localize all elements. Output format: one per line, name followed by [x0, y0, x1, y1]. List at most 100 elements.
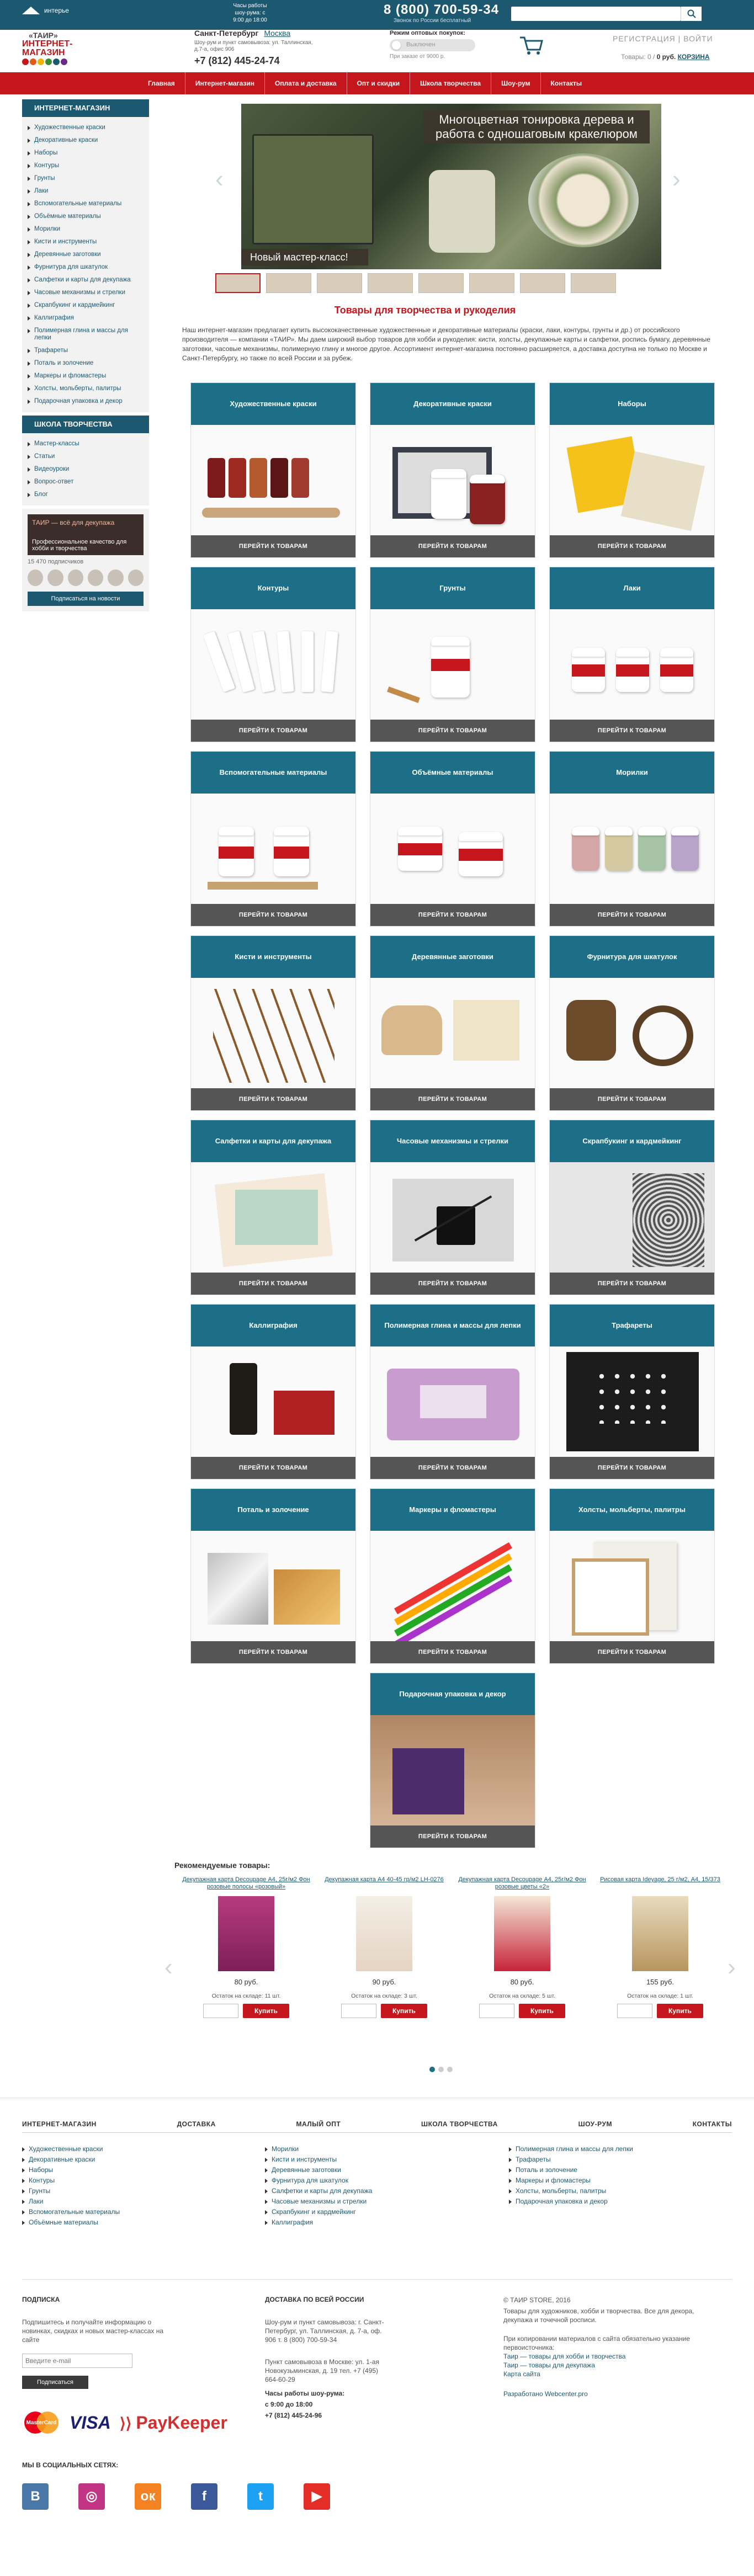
category-go-button[interactable]: ПЕРЕЙТИ К ТОВАРАМ: [550, 1457, 714, 1479]
category-go-button[interactable]: ПЕРЕЙТИ К ТОВАРАМ: [370, 1088, 535, 1110]
slider-thumb[interactable]: [520, 273, 565, 293]
category-image[interactable]: [370, 794, 535, 904]
category-title[interactable]: Скрапбукинг и кардмейкинг: [550, 1120, 714, 1162]
sidebar-school-item[interactable]: Блог: [28, 488, 144, 501]
category-image[interactable]: [191, 1346, 355, 1457]
category-card[interactable]: Контуры ПЕРЕЙТИ К ТОВАРАМ: [190, 567, 356, 742]
product-image[interactable]: [218, 1896, 274, 1971]
category-title[interactable]: Художественные краски: [191, 383, 355, 425]
slider-thumb[interactable]: [317, 273, 362, 293]
category-title[interactable]: Подарочная упаковка и декор: [370, 1673, 535, 1715]
category-image[interactable]: [370, 425, 535, 535]
category-card[interactable]: Художественные краски ПЕРЕЙТИ К ТОВАРАМ: [190, 382, 356, 558]
category-image[interactable]: [191, 609, 355, 720]
category-title[interactable]: Вспомогательные материалы: [191, 752, 355, 794]
quantity-stepper[interactable]: [341, 2004, 376, 2018]
quantity-stepper[interactable]: [479, 2004, 514, 2018]
footer-category-link[interactable]: Часовые механизмы и стрелки: [265, 2196, 372, 2207]
footer-category-link[interactable]: Трафареты: [509, 2154, 633, 2165]
sidebar-item[interactable]: Поталь и золочение: [28, 357, 144, 370]
category-go-button[interactable]: ПЕРЕЙТИ К ТОВАРАМ: [191, 1088, 355, 1110]
category-image[interactable]: [550, 1531, 714, 1641]
sidebar-item[interactable]: Полимерная глина и массы для лепки: [28, 324, 144, 344]
category-card[interactable]: Часовые механизмы и стрелки ПЕРЕЙТИ К ТОВ…: [370, 1120, 535, 1295]
category-image[interactable]: [370, 609, 535, 720]
footer-category-link[interactable]: Художественные краски: [22, 2144, 120, 2154]
sidebar-item[interactable]: Грунты: [28, 172, 144, 185]
category-card[interactable]: Подарочная упаковка и декор ПЕРЕЙТИ К ТОВ…: [370, 1673, 535, 1848]
search-input[interactable]: [511, 7, 681, 21]
category-image[interactable]: [550, 609, 714, 720]
category-go-button[interactable]: ПЕРЕЙТИ К ТОВАРАМ: [370, 904, 535, 926]
category-image[interactable]: [191, 794, 355, 904]
footer-category-link[interactable]: Салфетки и карты для декупажа: [265, 2186, 372, 2196]
footer-category-link[interactable]: Вспомогательные материалы: [22, 2207, 120, 2217]
footer-category-link[interactable]: Подарочная упаковка и декор: [509, 2196, 633, 2207]
sidebar-item[interactable]: Салфетки и карты для декупажа: [28, 274, 144, 286]
products-prev-icon[interactable]: ‹: [164, 1954, 173, 1981]
footer-nav-showroom[interactable]: ШОУ-РУМ: [578, 2120, 612, 2128]
sidebar-item[interactable]: Кисти и инструменты: [28, 236, 144, 248]
auth-links[interactable]: РЕГИСТРАЦИЯ | ВОЙТИ: [613, 34, 713, 43]
footer-category-link[interactable]: Морилки: [265, 2144, 372, 2154]
products-next-icon[interactable]: ›: [728, 1954, 736, 1981]
category-go-button[interactable]: ПЕРЕЙТИ К ТОВАРАМ: [191, 1641, 355, 1663]
category-image[interactable]: [370, 1531, 535, 1641]
product-image[interactable]: [356, 1896, 412, 1971]
category-title[interactable]: Деревянные заготовки: [370, 936, 535, 978]
category-card[interactable]: Морилки ПЕРЕЙТИ К ТОВАРАМ: [549, 751, 715, 927]
category-card[interactable]: Кисти и инструменты ПЕРЕЙТИ К ТОВАРАМ: [190, 935, 356, 1111]
hours-phone[interactable]: +7 (812) 445-24-96: [265, 2412, 322, 2419]
nav-item-shop[interactable]: Интернет-магазин: [185, 72, 266, 94]
category-go-button[interactable]: ПЕРЕЙТИ К ТОВАРАМ: [370, 1273, 535, 1295]
category-title[interactable]: Наборы: [550, 383, 714, 425]
category-image[interactable]: [370, 1162, 535, 1273]
category-card[interactable]: Деревянные заготовки ПЕРЕЙТИ К ТОВАРАМ: [370, 935, 535, 1111]
category-card[interactable]: Объёмные материалы ПЕРЕЙТИ К ТОВАРАМ: [370, 751, 535, 927]
slider-prev-icon[interactable]: ‹: [215, 166, 224, 193]
footer-category-link[interactable]: Деревянные заготовки: [265, 2165, 372, 2175]
footer-category-link[interactable]: Маркеры и фломастеры: [509, 2175, 633, 2186]
sidebar-item[interactable]: Скрапбукинг и кардмейкинг: [28, 299, 144, 312]
slider-thumb[interactable]: [368, 273, 413, 293]
hero-slider[interactable]: Многоцветная тонировка дерева и работа с…: [241, 104, 661, 269]
category-image[interactable]: [550, 1346, 714, 1457]
category-title[interactable]: Грунты: [370, 567, 535, 609]
category-go-button[interactable]: ПЕРЕЙТИ К ТОВАРАМ: [191, 1273, 355, 1295]
footer-category-link[interactable]: Скрапбукинг и кардмейкинг: [265, 2207, 372, 2217]
footer-link[interactable]: Таир — товары для хобби и творчества: [503, 2352, 625, 2361]
product-name[interactable]: Декупажная карта А4 40-45 гр/м2 LH-0276: [320, 1876, 448, 1892]
category-go-button[interactable]: ПЕРЕЙТИ К ТОВАРАМ: [191, 535, 355, 557]
category-card[interactable]: Вспомогательные материалы ПЕРЕЙТИ К ТОВАР…: [190, 751, 356, 927]
sidebar-item[interactable]: Вспомогательные материалы: [28, 198, 144, 210]
category-title[interactable]: Полимерная глина и массы для лепки: [370, 1305, 535, 1346]
search-button[interactable]: [681, 7, 702, 21]
footer-category-link[interactable]: Лаки: [22, 2196, 120, 2207]
cart-icon[interactable]: [519, 34, 543, 56]
sidebar-item[interactable]: Трафареты: [28, 344, 144, 357]
category-go-button[interactable]: ПЕРЕЙТИ К ТОВАРАМ: [370, 1457, 535, 1479]
category-card[interactable]: Трафареты ПЕРЕЙТИ К ТОВАРАМ: [549, 1304, 715, 1479]
nav-item-home[interactable]: Главная: [138, 72, 185, 94]
slider-thumb[interactable]: [215, 273, 261, 293]
site-logo[interactable]: «ТАИР» ИНТЕРНЕТ- МАГАЗИН: [22, 29, 110, 65]
twitter-icon[interactable]: t: [247, 2483, 274, 2510]
email-field[interactable]: [22, 2354, 132, 2368]
category-title[interactable]: Лаки: [550, 567, 714, 609]
category-title[interactable]: Поталь и золочение: [191, 1489, 355, 1531]
quantity-stepper[interactable]: [203, 2004, 238, 2018]
category-title[interactable]: Холсты, мольберты, палитры: [550, 1489, 714, 1531]
nav-item-contacts[interactable]: Контакты: [541, 72, 592, 94]
buy-button[interactable]: Купить: [381, 2004, 427, 2018]
product-name[interactable]: Декупажная карта Decoupage А4, 25г/м2 Фо…: [182, 1876, 310, 1892]
sidebar-item[interactable]: Наборы: [28, 147, 144, 159]
category-card[interactable]: Холсты, мольберты, палитры ПЕРЕЙТИ К ТОВА…: [549, 1488, 715, 1664]
category-image[interactable]: [370, 1715, 535, 1825]
category-title[interactable]: Каллиграфия: [191, 1305, 355, 1346]
category-go-button[interactable]: ПЕРЕЙТИ К ТОВАРАМ: [191, 720, 355, 742]
developer-credit[interactable]: Разработано Webcenter.pro: [503, 2389, 588, 2398]
category-go-button[interactable]: ПЕРЕЙТИ К ТОВАРАМ: [550, 904, 714, 926]
facebook-icon[interactable]: f: [191, 2483, 217, 2510]
footer-category-link[interactable]: Объёмные материалы: [22, 2217, 120, 2228]
category-image[interactable]: [370, 1346, 535, 1457]
